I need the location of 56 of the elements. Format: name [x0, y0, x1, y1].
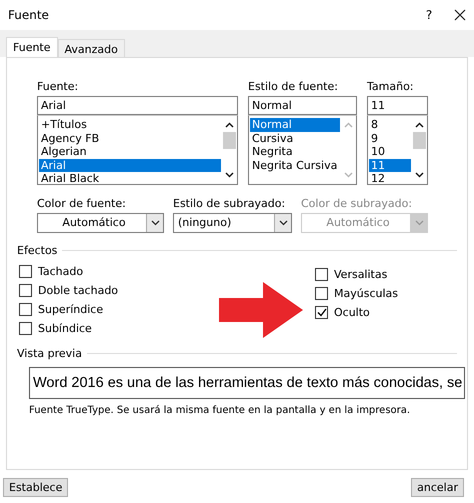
window-title: Fuente [8, 8, 50, 22]
chevron-down-icon [150, 220, 160, 226]
chevron-down-icon [278, 220, 288, 226]
help-button[interactable]: ? [414, 8, 444, 22]
list-item[interactable]: 8 [369, 118, 411, 132]
section-title: Efectos [17, 244, 58, 257]
checkbox[interactable]: Superíndice [19, 302, 104, 316]
list-item[interactable]: Negrita Cursiva [250, 158, 340, 172]
chevron-down-icon [414, 220, 424, 226]
tab[interactable]: Fuente [6, 37, 58, 58]
input-field[interactable]: Normal [248, 96, 357, 115]
field-label: Tamaño: [367, 80, 415, 93]
checkbox[interactable]: Doble tachado [19, 283, 118, 297]
checkbox[interactable]: Mayúsculas [315, 286, 398, 300]
checkbox[interactable]: Subíndice [19, 321, 92, 335]
note-text: Fuente TrueType. Se usará la misma fuente en la pantalla y en la impresora. [29, 405, 412, 416]
input-field[interactable]: 11 [367, 96, 428, 115]
list-item[interactable]: Arial [39, 158, 221, 172]
list-box[interactable]: 8 9 10 11 12 [367, 115, 428, 185]
dropdown[interactable]: Automático [37, 213, 164, 233]
field-label: Estilo de subrayado: [173, 197, 286, 210]
list-box[interactable]: +Títulos Agency FB Algerian Arial Arial Black [37, 115, 238, 185]
scrollbar-thumb[interactable] [223, 132, 236, 149]
dialog-button[interactable]: Establece [3, 478, 68, 497]
list-item[interactable]: 10 [369, 145, 411, 158]
list-item[interactable]: 11 [369, 158, 411, 172]
scrollbar-thumb[interactable] [413, 132, 426, 149]
check-icon [316, 308, 326, 316]
input-field[interactable]: Arial [37, 96, 238, 115]
list-item[interactable]: 9 [369, 132, 411, 145]
list-item[interactable]: +Títulos [39, 118, 221, 132]
list-item[interactable]: Arial Black [39, 172, 221, 186]
field-label: Color de fuente: [37, 197, 127, 210]
scroll-up-icon[interactable] [415, 122, 424, 128]
checkbox[interactable]: Tachado [19, 264, 84, 278]
checkbox[interactable]: Oculto [315, 305, 370, 319]
close-icon[interactable] [454, 9, 466, 21]
list-item[interactable]: Algerian [39, 145, 221, 158]
list-box[interactable]: Normal Cursiva Negrita Negrita Cursiva [248, 115, 357, 185]
list-item[interactable]: Negrita [250, 145, 340, 158]
list-item[interactable]: 12 [369, 172, 411, 186]
list-item[interactable]: Cursiva [250, 132, 340, 145]
dropdown[interactable]: (ninguno) [173, 213, 292, 233]
dialog-button[interactable]: ancelar [411, 478, 464, 497]
scroll-down-icon[interactable] [225, 172, 234, 178]
scroll-up-icon[interactable] [225, 122, 234, 128]
scroll-down-icon[interactable] [415, 172, 424, 178]
list-item[interactable]: Normal [250, 118, 340, 132]
preview-text: Word 2016 es una de las herramientas de texto más conocidas, se [29, 367, 465, 399]
tab[interactable]: Avanzado [58, 39, 125, 58]
list-item[interactable]: Agency FB [39, 132, 221, 145]
section-title: Vista previa [17, 347, 82, 360]
checkbox[interactable]: Versalitas [315, 267, 388, 281]
field-label: Fuente: [37, 80, 80, 93]
field-label: Color de subrayado: [301, 197, 414, 210]
field-label: Estilo de fuente: [248, 80, 339, 93]
